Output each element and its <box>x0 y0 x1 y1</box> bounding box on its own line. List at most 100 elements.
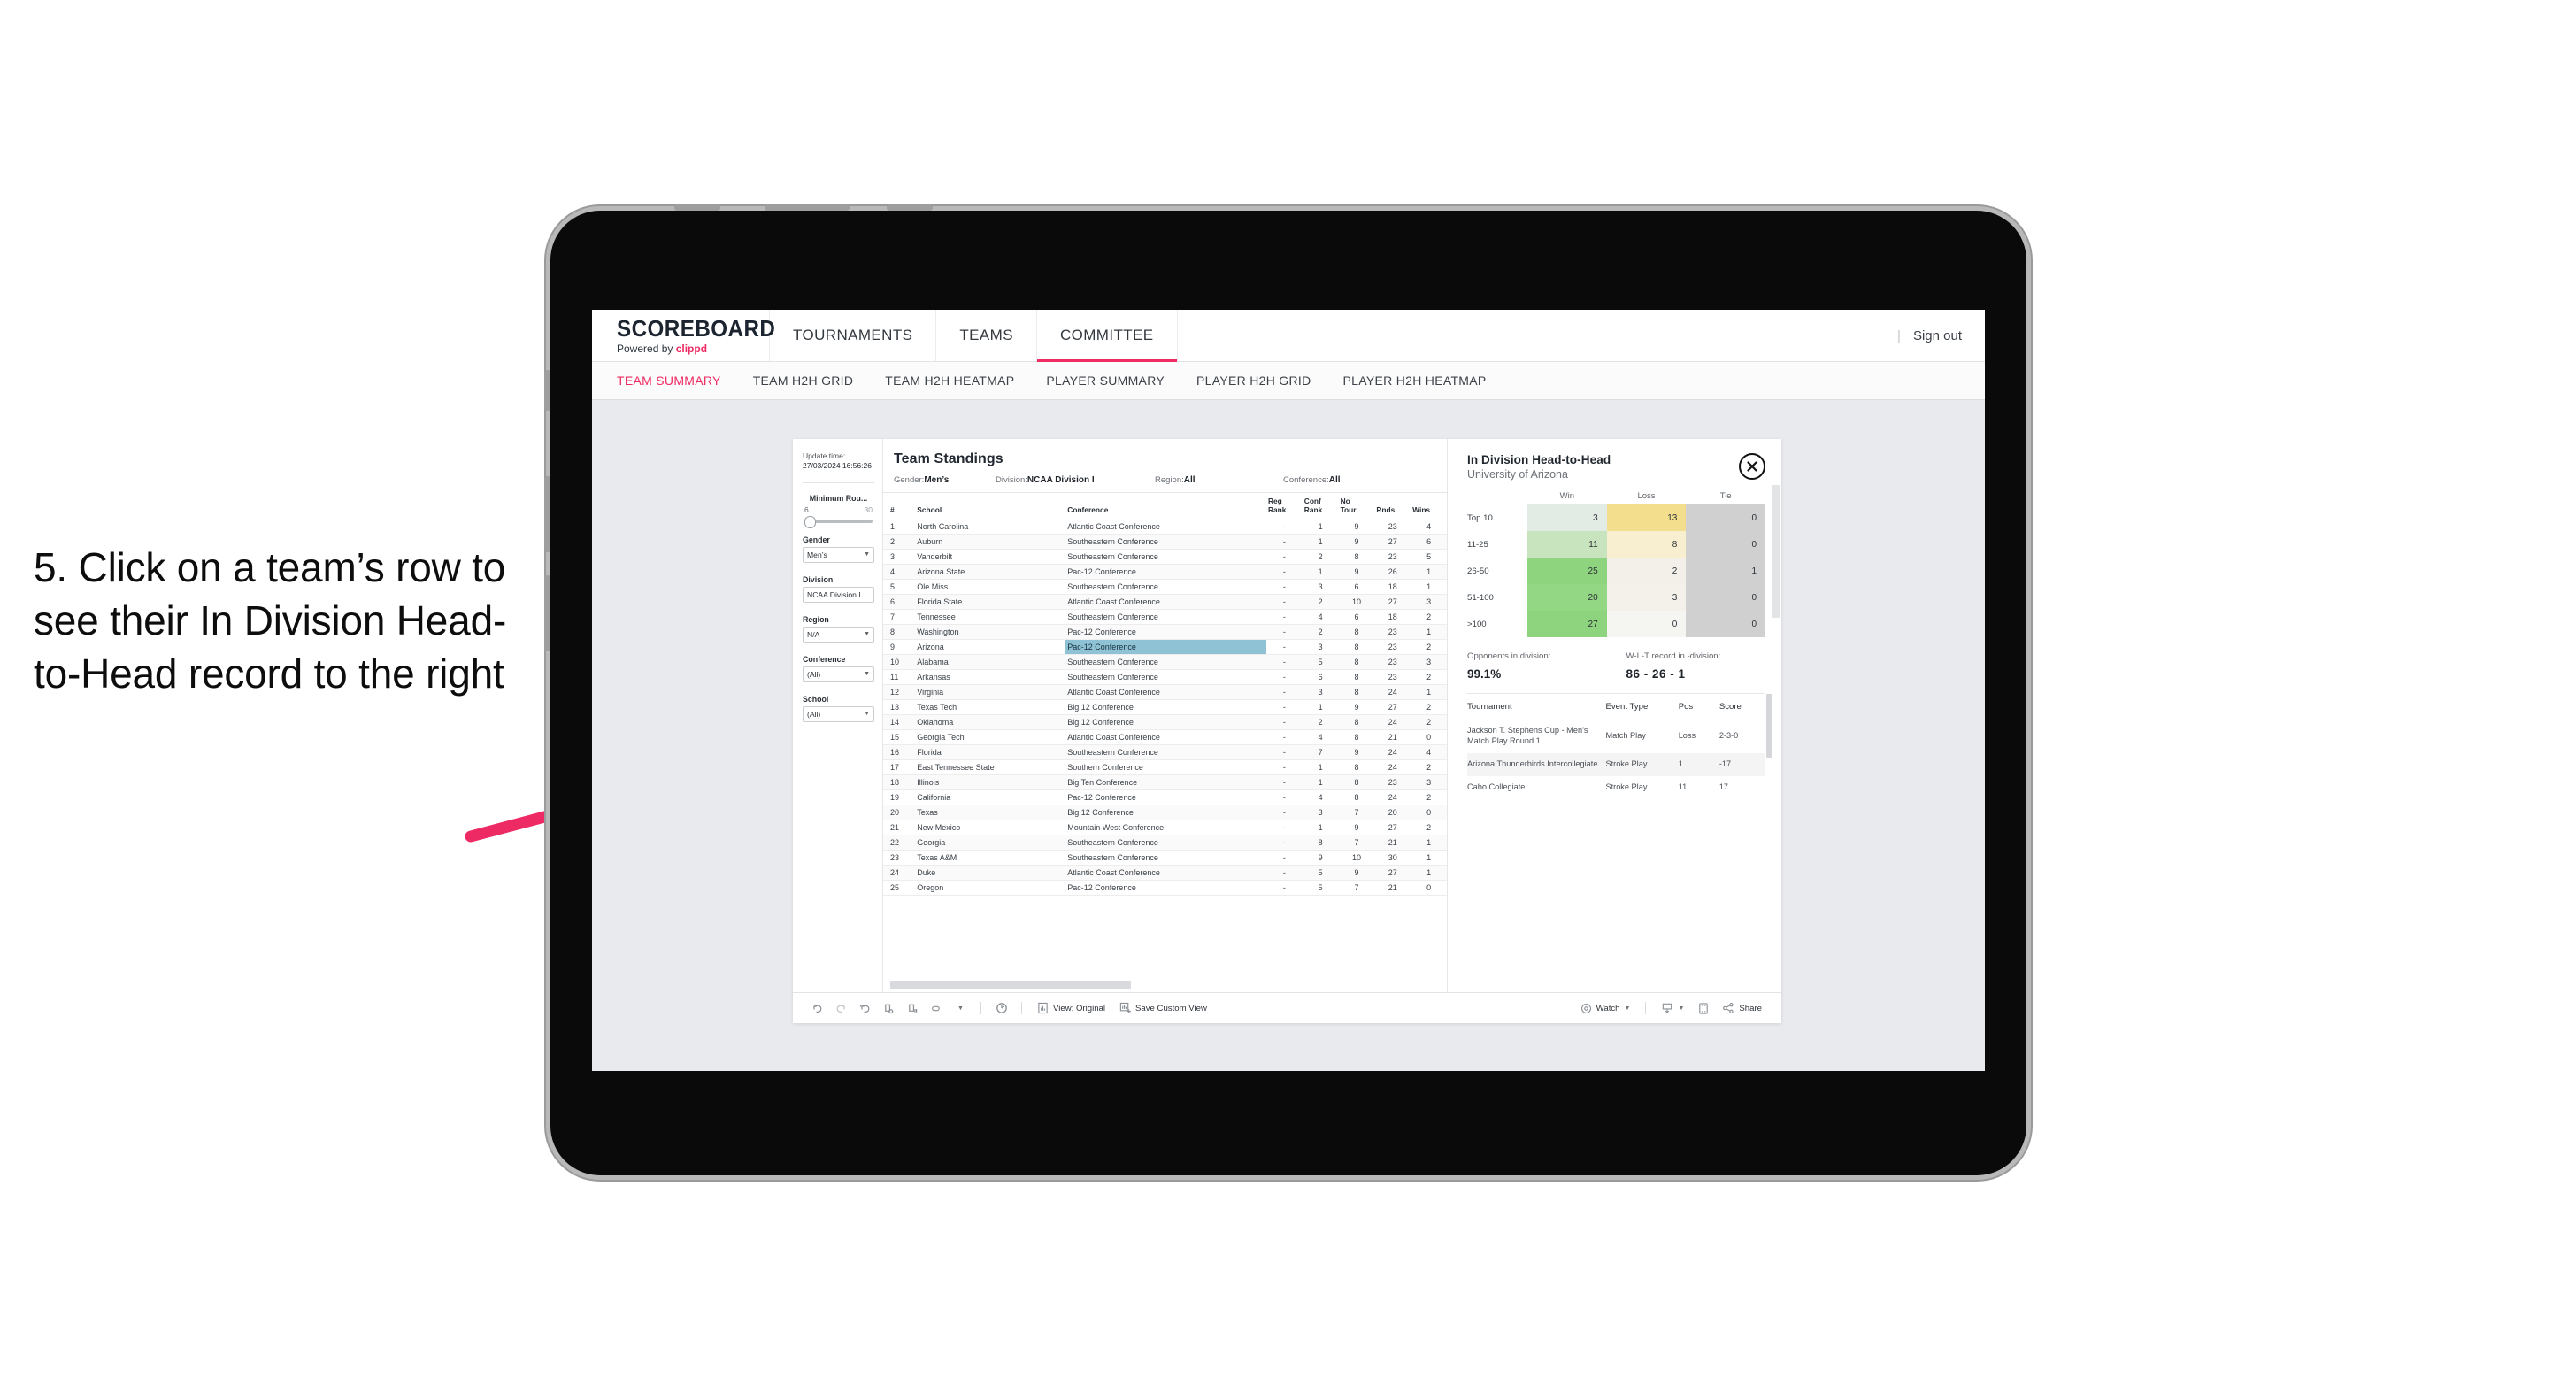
filter-gender-select[interactable]: Men’s ▼ <box>803 546 874 563</box>
col-conf-rank[interactable]: Conf Rank <box>1302 493 1339 520</box>
sign-out-link[interactable]: Sign out <box>1913 328 1962 343</box>
heatmap-cell[interactable]: 0 <box>1686 531 1766 558</box>
heatmap-cell[interactable]: 0 <box>1606 611 1687 637</box>
brand-logo[interactable]: SCOREBOARD Powered by clippd <box>592 310 775 361</box>
tab-team-h2h-heatmap[interactable]: TEAM H2H HEATMAP <box>873 373 1034 388</box>
col-tournament[interactable]: Tournament <box>1467 694 1605 720</box>
horizontal-scrollbar[interactable] <box>890 981 1131 989</box>
col-rnds[interactable]: Rnds <box>1374 493 1411 520</box>
heatmap-cell[interactable]: 20 <box>1527 584 1607 611</box>
min-rounds-slider[interactable] <box>804 515 873 528</box>
view-original-button[interactable]: View: Original <box>1030 1002 1112 1014</box>
refresh-data-icon[interactable] <box>877 999 901 1017</box>
table-row[interactable]: 1 North Carolina Atlantic Coast Conference… <box>883 520 1447 535</box>
heatmap-cell[interactable]: 8 <box>1606 531 1687 558</box>
fullscreen-icon[interactable] <box>1691 999 1715 1017</box>
cell-conference: Southeastern Conference <box>1065 609 1266 626</box>
share-button[interactable]: Share <box>1715 1002 1769 1014</box>
col-reg-rank[interactable]: Reg Rank <box>1265 493 1303 520</box>
col-school[interactable]: School <box>915 493 1066 520</box>
col-conference[interactable]: Conference <box>1065 493 1266 520</box>
col-pos[interactable]: Pos <box>1679 694 1719 720</box>
undo-icon[interactable] <box>805 999 829 1017</box>
cell-conference: Atlantic Coast Conference <box>1065 729 1266 746</box>
save-custom-view-button[interactable]: Save Custom View <box>1112 1002 1214 1014</box>
heatmap-cell[interactable]: 27 <box>1527 611 1607 637</box>
tab-team-h2h-grid[interactable]: TEAM H2H GRID <box>741 373 873 388</box>
view-shape-dropdown-icon[interactable]: ▼ <box>949 999 973 1017</box>
table-row[interactable]: 20 Texas Big 12 Conference -3 7 20 0 <box>883 805 1447 821</box>
standings-table-wrapper[interactable]: # School Conference Reg Rank Conf Rank No T… <box>883 492 1447 992</box>
heatmap-cell[interactable]: 11 <box>1527 531 1607 558</box>
heatmap-cell[interactable]: 13 <box>1606 504 1687 531</box>
table-row[interactable]: 4 Arizona State Pac-12 Conference -1 9 26 1 <box>883 564 1447 581</box>
table-row[interactable]: 25 Oregon Pac-12 Conference -5 7 21 0 <box>883 880 1447 897</box>
table-row[interactable]: 14 Oklahoma Big 12 Conference -2 8 24 2 <box>883 714 1447 731</box>
table-row[interactable]: 23 Texas A&M Southeastern Conference -9 10 30… <box>883 850 1447 866</box>
table-row[interactable]: 9 Arizona Pac-12 Conference -3 8 23 2 <box>883 639 1447 656</box>
table-row[interactable]: 12 Virginia Atlantic Coast Conference -3 8 24… <box>883 684 1447 701</box>
table-row[interactable]: 13 Texas Tech Big 12 Conference -1 9 27 2 <box>883 699 1447 716</box>
cell-conference: Southeastern Conference <box>1065 669 1266 686</box>
tab-player-h2h-grid[interactable]: PLAYER H2H GRID <box>1184 373 1331 388</box>
table-row[interactable]: 17 East Tennessee State Southern Conferenc… <box>883 759 1447 776</box>
table-row[interactable]: 7 Tennessee Southeastern Conference -4 6 18 2 <box>883 609 1447 626</box>
nav-tab-committee[interactable]: COMMITTEE <box>1036 310 1178 362</box>
heatmap-cell[interactable]: 0 <box>1686 504 1766 531</box>
col-rank[interactable]: # <box>883 493 916 520</box>
table-row[interactable]: 5 Ole Miss Southeastern Conference -3 6 18 1 <box>883 579 1447 596</box>
heatmap-cell[interactable]: 1 <box>1686 558 1766 584</box>
table-row[interactable]: 21 New Mexico Mountain West Conference -1 9 2… <box>883 820 1447 836</box>
min-rounds-slider-handle[interactable] <box>804 515 816 528</box>
tournaments-table-wrapper[interactable]: Tournament Event Type Pos Score Jackson … <box>1467 693 1772 799</box>
filter-region-select[interactable]: N/A ▼ <box>803 626 874 643</box>
col-wins[interactable]: Wins <box>1411 493 1447 520</box>
cell-conference: Southeastern Conference <box>1065 579 1266 596</box>
table-row[interactable]: 8 Washington Pac-12 Conference -2 8 23 1 <box>883 624 1447 641</box>
heatmap-cell[interactable]: 3 <box>1606 584 1687 611</box>
table-row[interactable]: 16 Florida Southeastern Conference -7 9 24 4 <box>883 744 1447 761</box>
panel-vertical-scrollbar[interactable] <box>1772 485 1780 618</box>
cell-conf-rank: 8 <box>1302 835 1339 851</box>
table-row[interactable]: 6 Florida State Atlantic Coast Conference -… <box>883 594 1447 611</box>
heatmap-cell[interactable]: 0 <box>1686 584 1766 611</box>
close-icon[interactable] <box>1739 453 1765 480</box>
list-item[interactable]: Cabo Collegiate Stroke Play 11 17 <box>1467 776 1765 799</box>
heatmap-cell[interactable]: 0 <box>1686 611 1766 637</box>
heatmap-cell[interactable]: 2 <box>1606 558 1687 584</box>
table-row[interactable]: 10 Alabama Southeastern Conference -5 8 23 3 <box>883 654 1447 671</box>
filter-conference-select[interactable]: (All) ▼ <box>803 666 874 682</box>
cell-wins: 1 <box>1411 624 1447 641</box>
nav-tab-tournaments[interactable]: TOURNAMENTS <box>770 310 937 361</box>
table-row[interactable]: 3 Vanderbilt Southeastern Conference -2 8 23 5 <box>883 549 1447 566</box>
col-no-tour[interactable]: No Tour <box>1338 493 1375 520</box>
pause-updates-icon[interactable] <box>901 999 925 1017</box>
nav-tab-teams[interactable]: TEAMS <box>936 310 1037 361</box>
table-row[interactable]: 22 Georgia Southeastern Conference -8 7 21 1 <box>883 835 1447 851</box>
view-shape-icon[interactable] <box>925 999 949 1017</box>
table-row[interactable]: 19 California Pac-12 Conference -4 8 24 2 <box>883 789 1447 806</box>
redo-icon[interactable] <box>829 999 853 1017</box>
table-row[interactable]: 18 Illinois Big Ten Conference -1 8 23 3 <box>883 774 1447 791</box>
view-original-label: View: Original <box>1053 1003 1106 1013</box>
tab-player-h2h-heatmap[interactable]: PLAYER H2H HEATMAP <box>1331 373 1506 388</box>
tournaments-vertical-scrollbar[interactable] <box>1766 694 1772 758</box>
watch-button[interactable]: Watch ▼ <box>1573 1003 1638 1014</box>
tab-team-summary[interactable]: TEAM SUMMARY <box>617 373 741 388</box>
list-item[interactable]: Jackson T. Stephens Cup - Men’s Match Pl… <box>1467 720 1765 753</box>
heatmap-cell[interactable]: 3 <box>1527 504 1607 531</box>
filter-division-select[interactable]: NCAA Division I <box>803 586 874 603</box>
filter-school-select[interactable]: (All) ▼ <box>803 705 874 722</box>
revert-icon[interactable] <box>853 999 877 1017</box>
slideshow-icon[interactable] <box>989 999 1013 1017</box>
table-row[interactable]: 15 Georgia Tech Atlantic Coast Conference -… <box>883 729 1447 746</box>
download-button[interactable]: ▼ <box>1654 1002 1691 1014</box>
table-row[interactable]: 11 Arkansas Southeastern Conference -6 8 23 2 <box>883 669 1447 686</box>
list-item[interactable]: Arizona Thunderbirds Intercollegiate Stro… <box>1467 752 1765 776</box>
col-event-type[interactable]: Event Type <box>1605 694 1678 720</box>
table-row[interactable]: 2 Auburn Southeastern Conference -1 9 27 6 <box>883 534 1447 551</box>
heatmap-cell[interactable]: 25 <box>1527 558 1607 584</box>
table-row[interactable]: 24 Duke Atlantic Coast Conference -5 9 27 1 <box>883 865 1447 882</box>
tab-player-summary[interactable]: PLAYER SUMMARY <box>1034 373 1184 388</box>
col-score[interactable]: Score <box>1719 694 1765 720</box>
